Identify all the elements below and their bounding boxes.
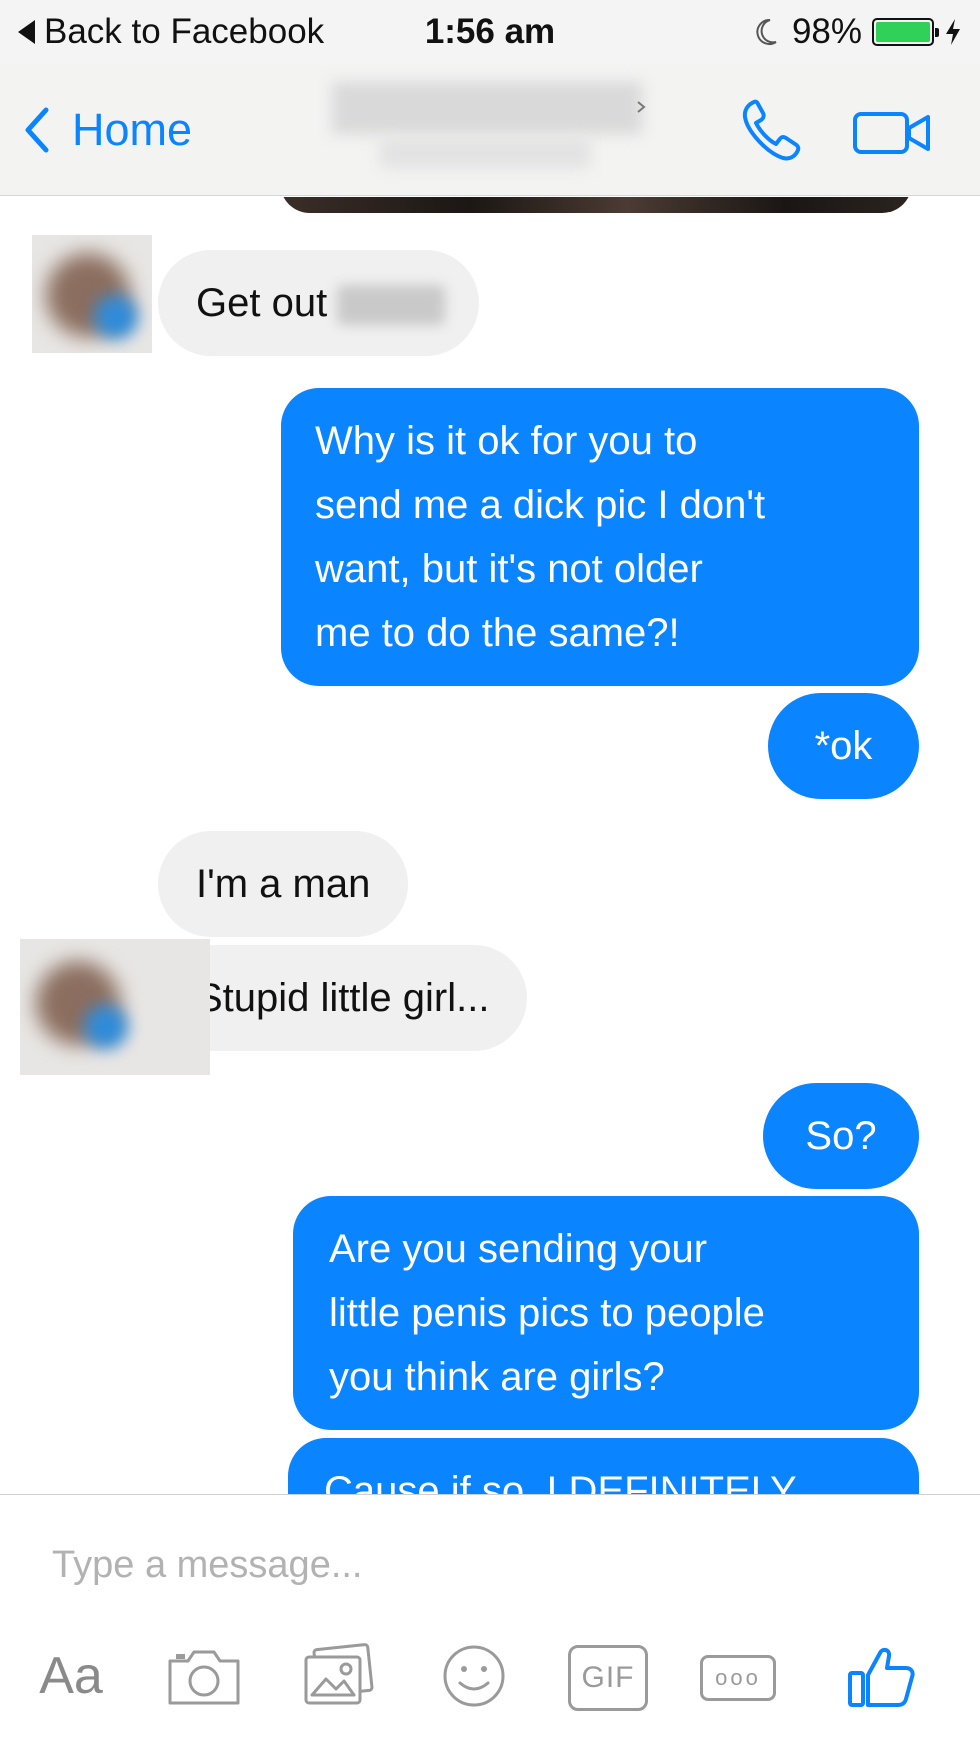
message-line: send me a dick pic I don't bbox=[315, 483, 766, 527]
image-gallery-icon bbox=[304, 1643, 374, 1705]
message-bubble-outgoing[interactable]: Cause if so, I DEFINITELY bbox=[288, 1438, 919, 1494]
battery-fill bbox=[876, 22, 930, 42]
message-list[interactable]: Get out Why is it ok for you to send me … bbox=[0, 197, 980, 1494]
redacted-name-blur bbox=[332, 82, 642, 134]
do-not-disturb-moon-icon bbox=[756, 18, 777, 45]
battery-icon bbox=[872, 18, 939, 46]
message-line: Are you sending your bbox=[329, 1227, 708, 1271]
message-line: you think are girls? bbox=[329, 1355, 665, 1399]
redacted-name-blur bbox=[337, 285, 446, 326]
message-line: Cause if so, I DEFINITELY bbox=[324, 1469, 797, 1494]
message-bubble-incoming[interactable]: Stupid little girl... bbox=[158, 945, 528, 1051]
video-camera-icon[interactable] bbox=[852, 108, 934, 158]
avatar-badge-blur bbox=[84, 1005, 128, 1049]
charging-bolt-icon bbox=[946, 19, 960, 45]
contact-avatar[interactable] bbox=[32, 235, 152, 353]
previous-photo-message[interactable] bbox=[280, 197, 912, 213]
message-bubble-incoming[interactable]: Get out bbox=[158, 250, 480, 356]
status-right: 98% bbox=[754, 10, 962, 54]
message-bubble-outgoing[interactable]: Why is it ok for you to send me a dick p… bbox=[281, 388, 919, 686]
battery-percent: 98% bbox=[791, 12, 862, 51]
text-format-button[interactable]: Aa bbox=[30, 1643, 112, 1709]
message-text: So? bbox=[805, 1114, 877, 1158]
contact-name-redacted[interactable] bbox=[332, 82, 646, 178]
message-text: Stupid little girl... bbox=[196, 976, 490, 1020]
redacted-status-blur bbox=[380, 138, 590, 168]
camera-icon bbox=[168, 1650, 240, 1705]
message-bubble-outgoing[interactable]: Are you sending your little penis pics t… bbox=[293, 1196, 919, 1430]
camera-button[interactable] bbox=[164, 1643, 244, 1709]
message-bubble-incoming[interactable]: I'm a man bbox=[158, 831, 409, 937]
message-composer: Aa GIF ooo bbox=[0, 1494, 980, 1743]
contact-avatar[interactable] bbox=[20, 939, 210, 1075]
gif-button[interactable]: GIF bbox=[568, 1645, 648, 1711]
message-text: *ok bbox=[814, 724, 873, 768]
conversation-header: Home bbox=[0, 64, 980, 196]
message-line: Why is it ok for you to bbox=[315, 419, 698, 463]
battery-nub bbox=[935, 28, 939, 37]
message-text: Get out bbox=[196, 281, 328, 325]
message-text: I'm a man bbox=[196, 862, 371, 906]
message-bubble-outgoing[interactable]: So? bbox=[763, 1083, 919, 1189]
status-bar: Back to Facebook 1:56 am 98% bbox=[0, 0, 980, 64]
home-back-button[interactable]: Home bbox=[24, 92, 192, 168]
message-line: me to do the same?! bbox=[315, 611, 680, 655]
thumbs-up-icon bbox=[848, 1647, 915, 1707]
message-bubble-outgoing[interactable]: *ok bbox=[768, 693, 919, 799]
message-line: want, but it's not older bbox=[315, 547, 703, 591]
more-options-button[interactable]: ooo bbox=[700, 1655, 776, 1701]
message-input[interactable] bbox=[52, 1537, 912, 1593]
smiley-icon bbox=[443, 1645, 505, 1707]
avatar-badge-blur bbox=[94, 295, 138, 339]
chevron-left-icon bbox=[25, 107, 49, 153]
message-line: little penis pics to people bbox=[329, 1291, 765, 1335]
home-label: Home bbox=[72, 104, 193, 155]
gallery-button[interactable] bbox=[300, 1643, 376, 1709]
emoji-button[interactable] bbox=[440, 1643, 508, 1709]
like-button[interactable] bbox=[846, 1643, 916, 1709]
chevron-right-icon bbox=[637, 101, 646, 113]
phone-icon[interactable] bbox=[740, 98, 802, 164]
